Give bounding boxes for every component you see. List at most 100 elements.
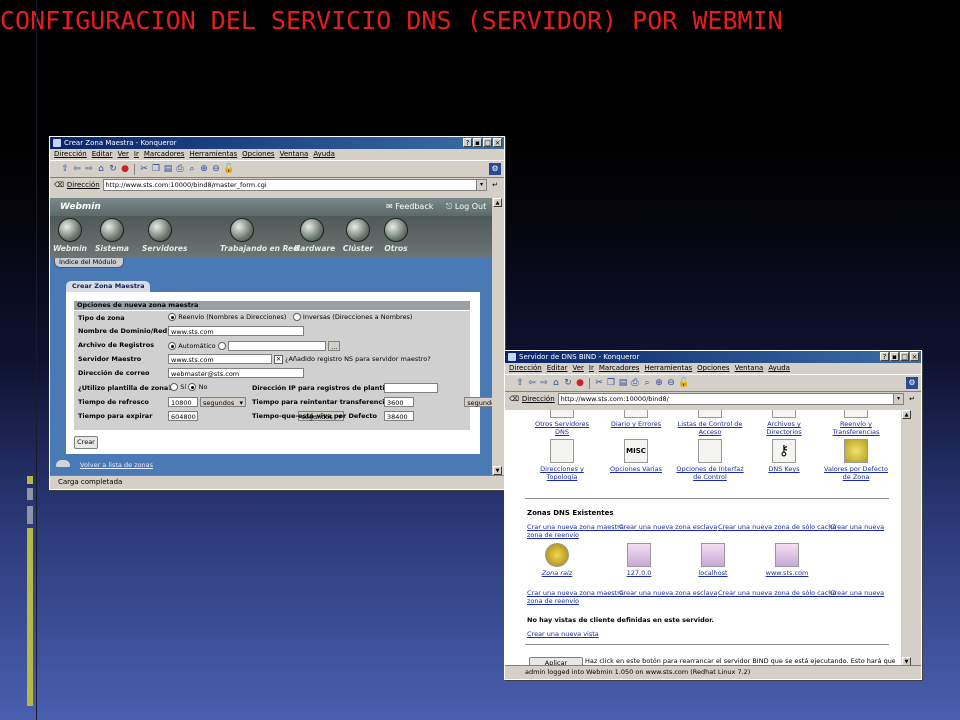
zone-localhost[interactable]: localhost <box>685 543 741 577</box>
menu-ayuda[interactable]: Ayuda <box>313 149 335 160</box>
copy-icon[interactable]: ❐ <box>151 164 161 174</box>
logout-link[interactable]: ⎋ Log Out <box>446 202 486 212</box>
zoom-out-icon[interactable]: ⊖ <box>666 378 676 388</box>
forward-icon[interactable]: ⇨ <box>539 378 549 388</box>
icon-acl[interactable]: Listas de Control de Acceso <box>675 410 745 436</box>
menu-ir[interactable]: Ir <box>134 149 139 160</box>
module-index-link[interactable]: Índice del Módulo <box>54 258 124 268</box>
menu-editar[interactable]: Editar <box>92 149 113 160</box>
icon-control-interface[interactable]: Opciones de Interfaz de Control <box>675 439 745 481</box>
stop-icon[interactable]: ● <box>120 164 130 174</box>
records-file-input[interactable] <box>228 341 327 351</box>
module-otros[interactable]: Otros <box>378 218 414 253</box>
module-servidores[interactable]: Servidores <box>142 218 187 253</box>
ttl-input[interactable]: 38400 <box>384 411 414 421</box>
create-forward-zone-link[interactable]: Crear una nueva zona de reenvío <box>527 523 887 539</box>
zone-root[interactable]: Zona raíz <box>529 543 585 577</box>
email-input[interactable]: webmaster@sts.com <box>168 368 304 378</box>
menu-ayuda[interactable]: Ayuda <box>768 363 790 374</box>
expire-input[interactable]: 604800 <box>168 411 198 421</box>
go-icon[interactable]: ↵ <box>490 180 500 190</box>
icon-forwarding[interactable]: Reenvío y Transferencias <box>821 410 891 436</box>
scroll-up-icon[interactable]: ▲ <box>902 410 911 419</box>
retry-input[interactable]: 3600 <box>384 397 414 407</box>
zone-type-reverse-radio[interactable] <box>292 313 301 321</box>
close-icon[interactable]: × <box>493 138 502 147</box>
menu-ventana[interactable]: Ventana <box>735 363 764 374</box>
window-menu-icon[interactable] <box>53 139 61 147</box>
menu-herramientas[interactable]: Herramientas <box>644 363 692 374</box>
address-clear-icon[interactable]: ⌫ <box>54 181 64 189</box>
home-icon[interactable]: ⌂ <box>96 164 106 174</box>
menu-editar[interactable]: Editar <box>547 363 568 374</box>
security-lock-icon[interactable]: 🔓 <box>223 164 234 174</box>
up-icon[interactable]: ⇧ <box>60 164 70 174</box>
find-icon[interactable]: ⌕ <box>187 164 197 174</box>
maximize-icon[interactable]: □ <box>900 352 909 361</box>
create-button[interactable]: Crear <box>74 436 98 449</box>
icon-log-errors[interactable]: Diario y Errores <box>601 410 671 428</box>
module-red[interactable]: Trabajando en Red <box>220 218 298 253</box>
domain-input[interactable]: www.sts.com <box>168 326 304 336</box>
reload-icon[interactable]: ↻ <box>563 378 573 388</box>
menu-marcadores[interactable]: Marcadores <box>144 149 185 160</box>
menu-opciones[interactable]: Opciones <box>697 363 729 374</box>
scroll-down-icon[interactable]: ▼ <box>493 466 502 475</box>
records-file-auto-radio[interactable] <box>168 342 176 350</box>
window-menu-icon[interactable] <box>508 353 516 361</box>
menu-ventana[interactable]: Ventana <box>280 149 309 160</box>
address-clear-icon[interactable]: ⌫ <box>509 395 519 403</box>
security-lock-icon[interactable]: 🔓 <box>678 378 689 388</box>
module-webmin[interactable]: Webmin <box>52 218 88 253</box>
menu-direccion[interactable]: Dirección <box>509 363 542 374</box>
paste-icon[interactable]: ▤ <box>163 164 173 174</box>
close-icon[interactable]: × <box>910 352 919 361</box>
url-dropdown-icon[interactable]: ▾ <box>893 394 903 404</box>
module-sistema[interactable]: Sistema <box>94 218 130 253</box>
ns-record-checkbox[interactable]: × <box>274 355 283 364</box>
up-icon[interactable]: ⇧ <box>515 378 525 388</box>
menu-herramientas[interactable]: Herramientas <box>189 149 237 160</box>
url-dropdown-icon[interactable]: ▾ <box>476 180 486 190</box>
module-hardware[interactable]: Hardware <box>294 218 335 253</box>
back-to-zones-link[interactable]: Volver a lista de zonas <box>80 461 153 469</box>
window-titlebar[interactable]: Servidor de DNS BIND - Konqueror ? ▪ □ × <box>505 351 921 363</box>
url-input[interactable]: http://www.sts.com:10000/bind8/ ▾ <box>557 393 904 405</box>
icon-addresses-topology[interactable]: Direcciones y Topología <box>527 439 597 481</box>
template-yes-radio[interactable] <box>170 383 178 391</box>
stop-icon[interactable]: ● <box>575 378 585 388</box>
menu-ir[interactable]: Ir <box>589 363 594 374</box>
maximize-icon[interactable]: □ <box>483 138 492 147</box>
master-server-input[interactable]: www.sts.com <box>168 354 272 364</box>
paste-icon[interactable]: ▤ <box>618 378 628 388</box>
help-icon[interactable]: ? <box>880 352 889 361</box>
menu-ver[interactable]: Ver <box>572 363 583 374</box>
template-no-radio[interactable] <box>188 383 197 391</box>
refresh-unit-select[interactable]: segundos <box>200 397 246 408</box>
retry-unit-select[interactable]: segundos <box>464 397 492 407</box>
create-forward-zone-link-bottom[interactable]: Crear una nueva zona de reenvío <box>527 589 887 605</box>
minimize-icon[interactable]: ▪ <box>473 138 482 147</box>
window-titlebar[interactable]: Crear Zona Maestra - Konqueror ? ▪ □ × <box>50 137 504 149</box>
go-icon[interactable]: ↵ <box>907 394 917 404</box>
menu-opciones[interactable]: Opciones <box>242 149 274 160</box>
vertical-scrollbar[interactable]: ▲ ▼ <box>493 198 502 475</box>
template-ip-input[interactable] <box>384 383 438 393</box>
zoom-in-icon[interactable]: ⊕ <box>199 164 209 174</box>
tab-crear-zona-maestra[interactable]: Crear Zona Maestra <box>66 281 150 292</box>
back-icon[interactable]: ⇦ <box>72 164 82 174</box>
icon-zone-defaults[interactable]: Valores por Defecto de Zona <box>821 439 891 481</box>
help-icon[interactable]: ? <box>463 138 472 147</box>
find-icon[interactable]: ⌕ <box>642 378 652 388</box>
cut-icon[interactable]: ✂ <box>594 378 604 388</box>
scroll-up-icon[interactable]: ▲ <box>493 198 502 207</box>
records-file-browse-button[interactable]: ... <box>328 341 341 351</box>
zone-type-forward-radio[interactable] <box>168 313 176 321</box>
refresh-input[interactable]: 10800 <box>168 397 198 407</box>
reload-icon[interactable]: ↻ <box>108 164 118 174</box>
menu-direccion[interactable]: Dirección <box>54 149 87 160</box>
icon-files-dirs[interactable]: Archivos y Directorios <box>749 410 819 436</box>
icon-dns-keys[interactable]: ⚷ DNS Keys <box>749 439 819 473</box>
zone-sts[interactable]: www.sts.com <box>759 543 815 577</box>
menu-ver[interactable]: Ver <box>117 149 128 160</box>
